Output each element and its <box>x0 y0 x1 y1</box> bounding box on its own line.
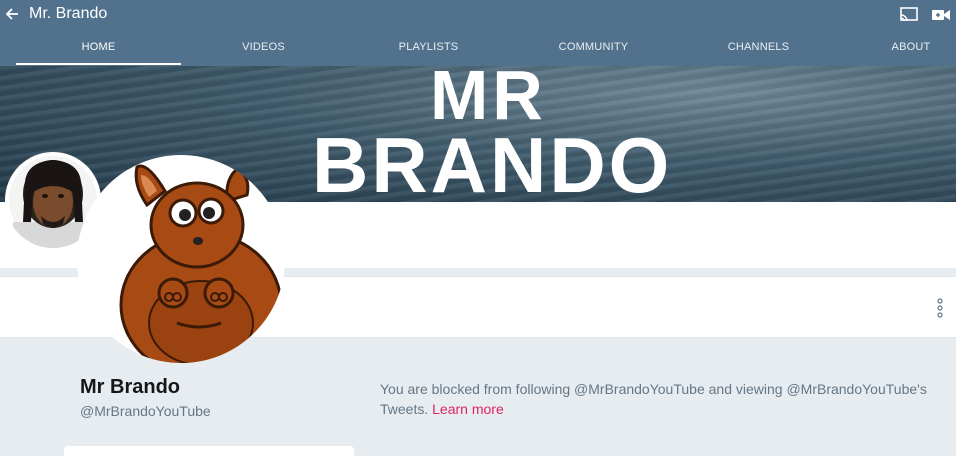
tab-home[interactable]: HOME <box>16 33 181 65</box>
back-arrow-icon[interactable] <box>4 4 20 24</box>
tab-playlists[interactable]: PLAYLISTS <box>346 33 511 63</box>
banner-line-2: BRANDO <box>312 121 673 202</box>
more-vertical-icon[interactable] <box>935 296 945 320</box>
kangaroo-avatar-image <box>119 164 283 363</box>
profile-name: Mr Brando <box>80 376 180 398</box>
cast-icon[interactable] <box>899 7 919 23</box>
channel-title: Mr. Brando <box>29 5 108 22</box>
video-camera-icon[interactable] <box>931 7 951 23</box>
channel-tabs: HOME VIDEOS PLAYLISTS COMMUNITY CHANNELS… <box>0 33 956 66</box>
profile-handle: @MrBrandoYouTube <box>80 403 211 419</box>
profile-card-edge <box>64 446 354 456</box>
learn-more-link[interactable]: Learn more <box>432 401 504 417</box>
channel-app-bar: Mr. Brando HOME VIDEOS PLAYLISTS COMMUNI… <box>0 0 956 66</box>
tab-about[interactable]: ABOUT <box>880 33 942 63</box>
tab-community[interactable]: COMMUNITY <box>511 33 676 63</box>
blocked-notice: You are blocked from following @MrBrando… <box>380 379 950 419</box>
tab-channels[interactable]: CHANNELS <box>676 33 841 63</box>
profile-avatar[interactable] <box>77 155 285 363</box>
tab-videos[interactable]: VIDEOS <box>181 33 346 63</box>
